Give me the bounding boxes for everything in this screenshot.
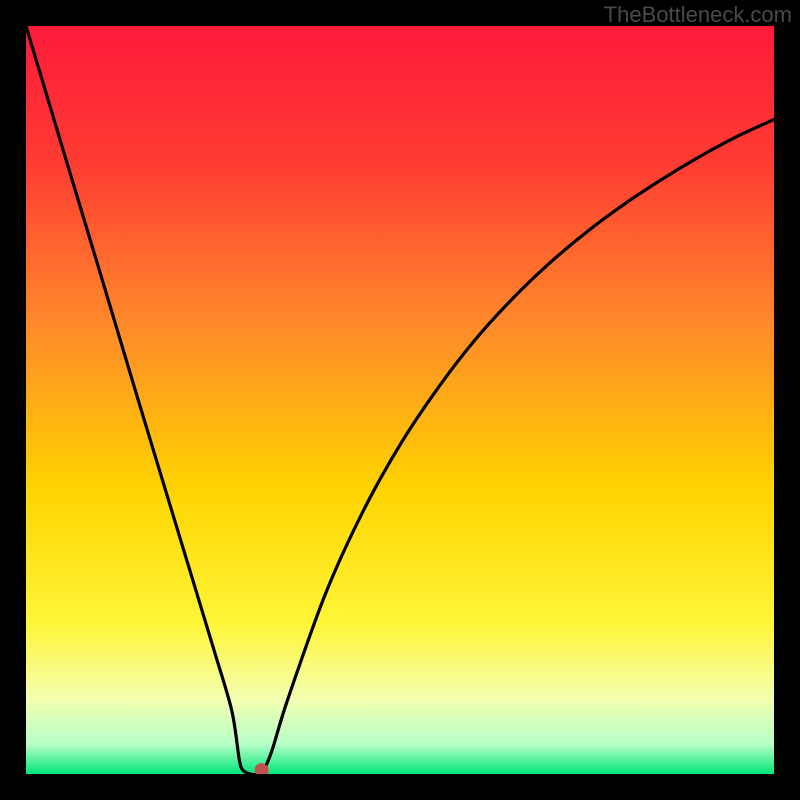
bottleneck-chart bbox=[26, 26, 774, 774]
plot-frame bbox=[26, 26, 774, 774]
chart-container: TheBottleneck.com bbox=[0, 0, 800, 800]
watermark-label: TheBottleneck.com bbox=[604, 2, 792, 28]
